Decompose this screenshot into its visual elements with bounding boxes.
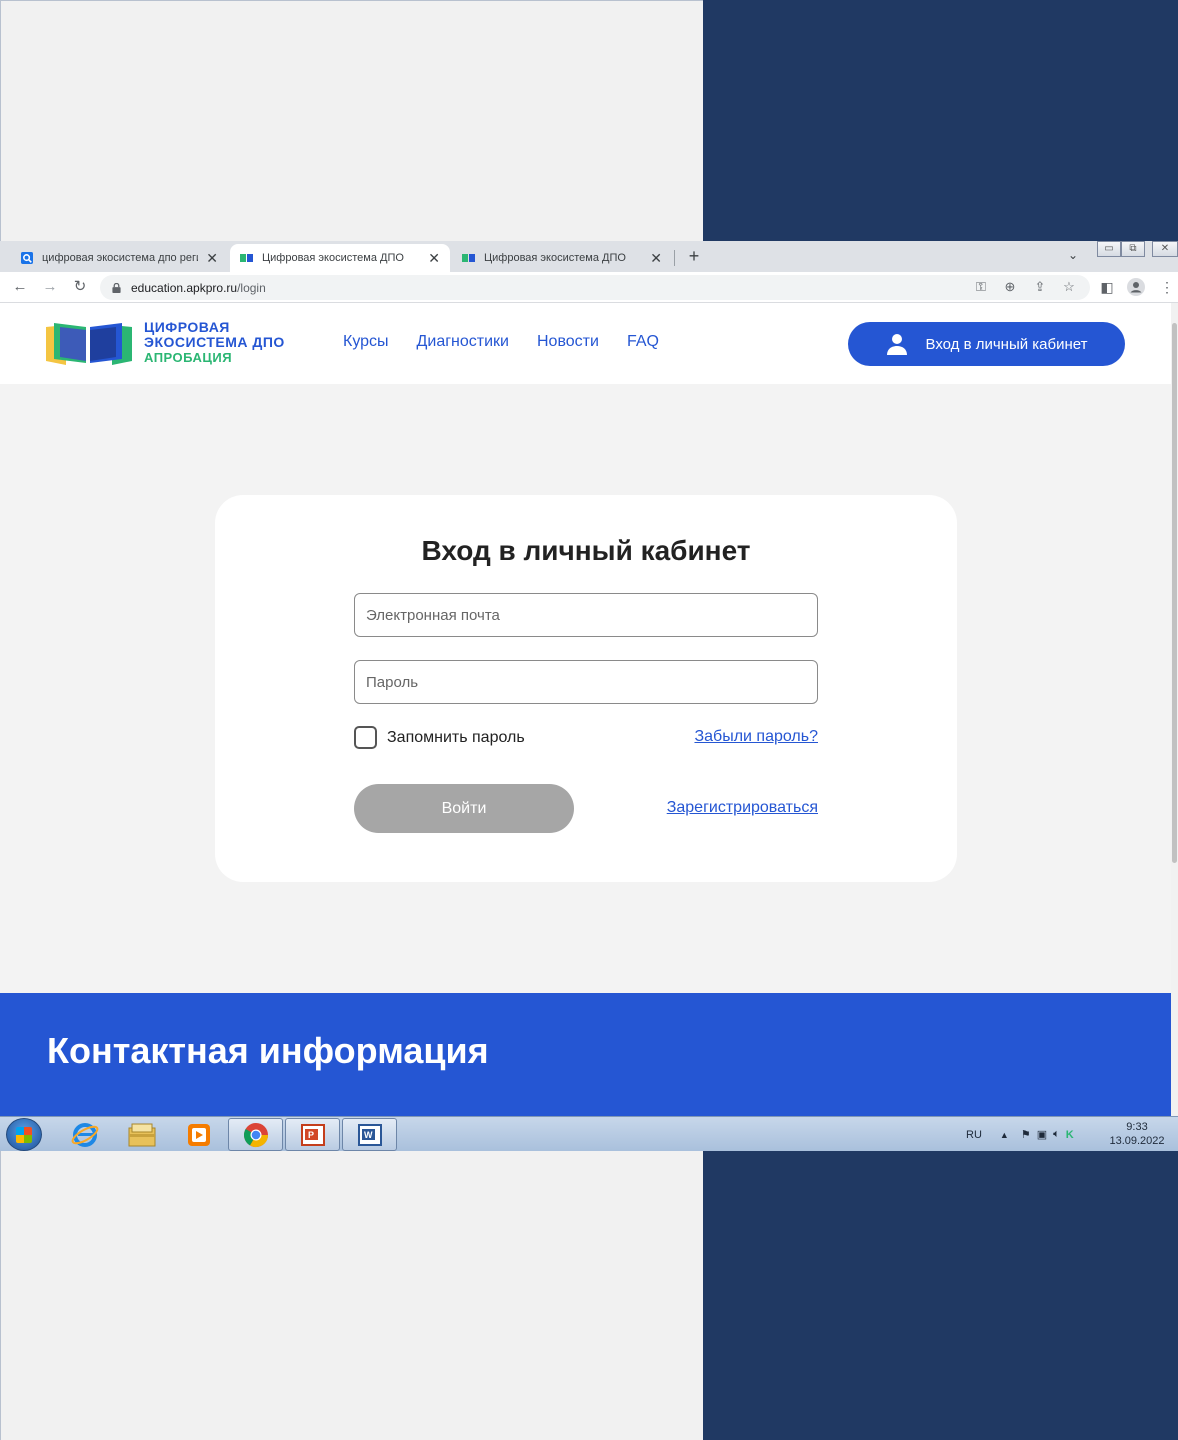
side-panel-icon[interactable]: ◧ — [1097, 277, 1117, 297]
zoom-icon[interactable]: ⊕ — [1001, 278, 1019, 296]
tab-search[interactable]: цифровая экосистема дпо реги ✕ — [10, 244, 228, 272]
password-field[interactable] — [354, 660, 818, 704]
profile-avatar-icon[interactable] — [1126, 277, 1146, 297]
url-path: /login — [237, 280, 266, 295]
tab-active-login[interactable]: Цифровая экосистема ДПО ✕ — [230, 244, 450, 272]
close-icon[interactable]: ✕ — [650, 250, 662, 267]
web-page: ЦИФРОВАЯ ЭКОСИСТЕМА ДПО АПРОБАЦИЯ Курсы … — [0, 303, 1171, 1116]
lock-icon — [112, 282, 121, 293]
tab-separator — [674, 250, 675, 266]
clock-time: 9:33 — [1126, 1121, 1148, 1133]
share-icon[interactable]: ⇪ — [1031, 278, 1049, 296]
remember-checkbox[interactable] — [354, 726, 377, 749]
taskbar: P W RU ▲ ⚑ ▣ 🔈︎ K 9:33 13.09.2022 — [0, 1116, 1178, 1151]
bookmark-star-icon[interactable]: ☆ — [1060, 278, 1078, 296]
browser-toolbar: ← → ↻ education.apkpro.ru/login ⚿ ⊕ ⇪ ☆ … — [0, 272, 1178, 303]
show-hidden-icons[interactable]: ▲ — [1000, 1130, 1009, 1140]
header-login-label: Вход в личный кабинет — [925, 335, 1088, 353]
close-window-icon[interactable]: ✕ — [1152, 241, 1178, 257]
new-tab-button[interactable]: + — [684, 245, 704, 267]
menu-kebab-icon[interactable]: ⋮ — [1157, 277, 1177, 297]
user-icon — [886, 334, 907, 355]
close-icon[interactable]: ✕ — [206, 250, 218, 267]
network-icon[interactable]: ▣ — [1037, 1128, 1047, 1141]
minimize-icon[interactable]: ▭ — [1097, 241, 1121, 257]
volume-icon[interactable]: 🔈︎ — [1053, 1128, 1060, 1141]
book-logo-icon[interactable] — [46, 321, 132, 367]
nav-link-news[interactable]: Новости — [537, 333, 599, 351]
tab-title: цифровая экосистема дпо реги — [42, 252, 199, 264]
header-login-button[interactable]: Вход в личный кабинет — [848, 322, 1125, 366]
login-title: Вход в личный кабинет — [421, 535, 751, 566]
tab-third[interactable]: Цифровая экосистема ДПО ✕ — [452, 244, 672, 272]
register-link[interactable]: Зарегистрироваться — [667, 799, 818, 817]
logo-text[interactable]: ЦИФРОВАЯ ЭКОСИСТЕМА ДПО АПРОБАЦИЯ — [144, 319, 285, 366]
tab-title: Цифровая экосистема ДПО — [262, 252, 404, 264]
remember-label: Запомнить пароль — [387, 728, 525, 746]
logo-line-2: ЭКОСИСТЕМА ДПО — [144, 334, 285, 350]
key-icon[interactable]: ⚿ — [972, 278, 990, 296]
footer: Контактная информация — [0, 993, 1171, 1116]
site-header: ЦИФРОВАЯ ЭКОСИСТЕМА ДПО АПРОБАЦИЯ Курсы … — [0, 303, 1171, 384]
word-icon[interactable]: W — [342, 1118, 397, 1151]
tab-title: Цифровая экосистема ДПО — [484, 252, 626, 264]
site-favicon-icon — [462, 254, 475, 262]
url-host: education.apkpro.ru — [131, 280, 238, 295]
close-icon[interactable]: ✕ — [428, 250, 440, 267]
footer-title: Контактная информация — [47, 1030, 489, 1071]
page-scrollbar[interactable] — [1171, 303, 1178, 1116]
remember-password[interactable]: Запомнить пароль — [354, 726, 525, 749]
internet-explorer-icon[interactable] — [57, 1118, 112, 1151]
chrome-icon[interactable] — [228, 1118, 283, 1151]
action-center-icon[interactable]: ⚑ — [1021, 1128, 1031, 1141]
email-field[interactable] — [354, 593, 818, 637]
search-favicon-icon — [21, 252, 33, 264]
start-button[interactable] — [6, 1118, 42, 1151]
logo-line-1: ЦИФРОВАЯ — [144, 319, 230, 335]
url-text: education.apkpro.ru/login — [131, 281, 266, 295]
kaspersky-icon[interactable]: K — [1066, 1129, 1074, 1141]
restore-icon[interactable]: ⧉ — [1121, 241, 1145, 257]
login-card: Вход в личный кабинет Запомнить пароль З… — [215, 495, 957, 882]
language-indicator[interactable]: RU — [966, 1129, 982, 1141]
scroll-thumb[interactable] — [1172, 323, 1177, 863]
powerpoint-icon[interactable]: P — [285, 1118, 340, 1151]
submit-login-button[interactable]: Войти — [354, 784, 574, 833]
forward-arrow-icon[interactable]: → — [40, 277, 60, 297]
svg-text:P: P — [308, 1130, 314, 1140]
tab-search-dropdown-icon[interactable]: ⌄ — [1068, 248, 1078, 262]
system-tray: RU ▲ ⚑ ▣ 🔈︎ K — [966, 1117, 1074, 1151]
forgot-password-link[interactable]: Забыли пароль? — [694, 728, 818, 746]
reload-icon[interactable]: ↻ — [70, 277, 90, 297]
nav-link-diagnostics[interactable]: Диагностики — [417, 333, 509, 351]
tab-strip: цифровая экосистема дпо реги ✕ Цифровая … — [0, 241, 1178, 272]
media-player-icon[interactable] — [171, 1118, 226, 1151]
back-arrow-icon[interactable]: ← — [10, 277, 30, 297]
clock-date: 13.09.2022 — [1109, 1135, 1165, 1147]
nav-link-courses[interactable]: Курсы — [343, 333, 389, 351]
nav-link-faq[interactable]: FAQ — [627, 333, 659, 351]
file-explorer-icon[interactable] — [114, 1118, 169, 1151]
browser-window: цифровая экосистема дпо реги ✕ Цифровая … — [0, 241, 1178, 1151]
svg-text:W: W — [364, 1130, 373, 1140]
address-bar[interactable]: education.apkpro.ru/login ⚿ ⊕ ⇪ ☆ — [100, 275, 1090, 300]
site-favicon-icon — [240, 254, 253, 262]
clock[interactable]: 9:33 13.09.2022 — [1108, 1120, 1166, 1148]
main-nav: Курсы Диагностики Новости FAQ — [343, 333, 659, 351]
logo-line-3: АПРОБАЦИЯ — [144, 350, 233, 365]
